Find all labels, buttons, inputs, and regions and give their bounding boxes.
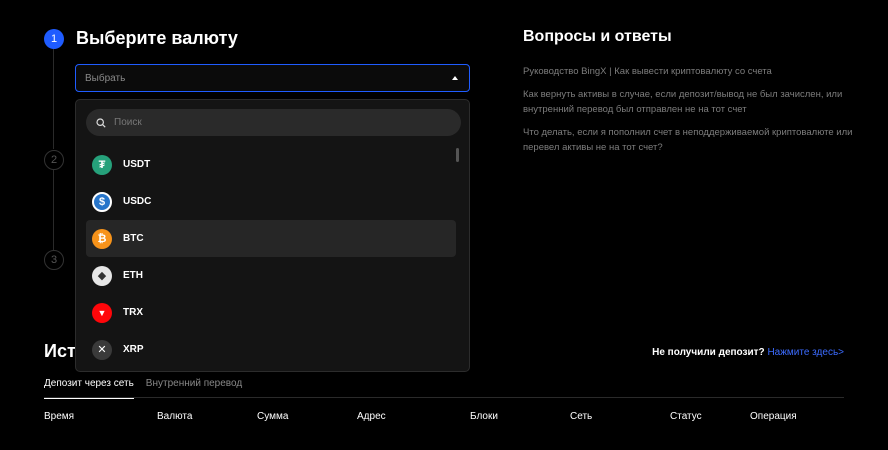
step-connector-2 [53,170,54,250]
currency-item-label: USDC [123,196,152,207]
column-amount: Сумма [257,411,289,422]
tab-internal-transfer[interactable]: Внутренний перевод [146,378,242,399]
currency-item-label: USDT [123,159,151,170]
currency-select[interactable]: Выбрать [75,64,470,92]
deposit-help: Не получили депозит? Нажмите здесь> [652,347,844,358]
faq-link-3[interactable]: Что делать, если я пополнил счет в непод… [523,125,853,155]
currency-item-usdc[interactable]: $ USDC [86,183,456,220]
click-here-link[interactable]: Нажмите здесь> [767,347,844,358]
currency-item-label: ETH [123,270,143,281]
tabs-divider [44,397,844,398]
faq-link-2[interactable]: Как вернуть активы в случае, если депози… [523,87,853,117]
search-input[interactable] [114,117,414,128]
currency-item-trx[interactable]: ▼ TRX [86,294,456,331]
currency-dropdown: ₮ USDT $ USDC ₿ BTC ◆ ETH ▼ TRX ✕ XRP [75,99,470,372]
step-3-badge: 3 [44,250,64,270]
column-action: Операция [750,411,797,422]
column-network: Сеть [570,411,593,422]
search-icon [96,117,106,128]
currency-select-placeholder: Выбрать [85,72,126,84]
step-connector-1 [53,49,54,149]
deposit-help-text: Не получили депозит? [652,347,765,358]
column-time: Время [44,411,75,422]
faq-link-1[interactable]: Руководство BingX | Как вывести криптова… [523,64,853,79]
currency-item-label: XRP [123,344,144,355]
usdc-icon: $ [92,191,112,212]
dropdown-scrollbar[interactable] [456,148,459,162]
currency-item-usdt[interactable]: ₮ USDT [86,146,456,183]
search-box[interactable] [86,109,461,136]
step-2-badge: 2 [44,150,64,170]
currency-item-label: TRX [123,307,143,318]
xrp-icon: ✕ [92,339,112,360]
caret-up-icon [452,76,458,80]
trx-icon: ▼ [92,302,112,323]
column-blocks: Блоки [470,411,498,422]
eth-icon: ◆ [92,265,112,286]
column-status: Статус [670,411,702,422]
currency-item-eth[interactable]: ◆ ETH [86,257,456,294]
column-address: Адрес [357,411,386,422]
currency-item-btc[interactable]: ₿ BTC [86,220,456,257]
tab-onchain-deposit[interactable]: Депозит через сеть [44,378,134,399]
history-tabs: Депозит через сеть Внутренний перевод [44,378,254,399]
usdt-icon: ₮ [92,154,112,175]
step-1-badge: 1 [44,29,64,49]
currency-item-label: BTC [123,233,144,244]
btc-icon: ₿ [92,228,112,249]
currency-list: ₮ USDT $ USDC ₿ BTC ◆ ETH ▼ TRX ✕ XRP [86,146,456,368]
faq-title: Вопросы и ответы [523,28,672,45]
step-title: Выберите валюту [76,28,238,48]
column-currency: Валюта [157,411,193,422]
currency-item-xrp[interactable]: ✕ XRP [86,331,456,368]
